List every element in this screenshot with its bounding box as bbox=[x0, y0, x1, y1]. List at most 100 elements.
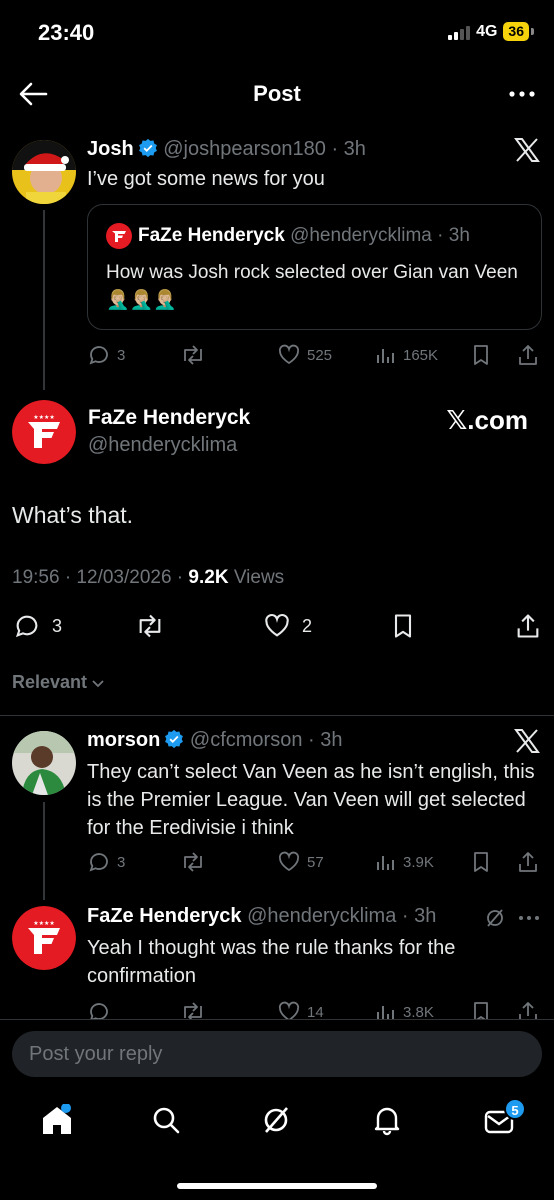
thread-line bbox=[43, 802, 45, 900]
main-author-handle[interactable]: @henderycklima bbox=[88, 434, 237, 457]
avatar-faze-henderyck[interactable]: ★★★★ bbox=[12, 906, 76, 970]
repost-icon[interactable] bbox=[180, 850, 206, 874]
page-title: Post bbox=[253, 81, 301, 106]
x-logo-icon bbox=[514, 138, 540, 162]
grok-icon[interactable] bbox=[484, 907, 506, 929]
reply-count: 3 bbox=[117, 346, 126, 364]
reply-author-handle[interactable]: @henderycklima bbox=[247, 905, 396, 927]
main-share-icon[interactable] bbox=[514, 612, 542, 640]
author-handle[interactable]: @joshpearson180 bbox=[163, 138, 326, 160]
reply-input-placeholder: Post your reply bbox=[29, 1043, 163, 1065]
x-logo-icon bbox=[514, 729, 540, 753]
sort-dropdown[interactable]: Relevant bbox=[12, 672, 105, 693]
bookmark-icon[interactable] bbox=[470, 343, 492, 367]
quote-text: How was Josh rock selected over Gian van… bbox=[106, 262, 518, 311]
views-button[interactable]: 165K bbox=[375, 343, 438, 367]
main-like-count: 2 bbox=[302, 615, 313, 636]
reply-icon bbox=[89, 346, 108, 365]
search-icon bbox=[153, 1107, 180, 1134]
reply-icon bbox=[15, 615, 38, 638]
repost-icon[interactable] bbox=[180, 1000, 206, 1020]
views-number: 9.2K bbox=[188, 567, 229, 588]
post-header: Josh @joshpearson180 · 3h bbox=[87, 138, 366, 161]
main-post-text: What’s that. bbox=[12, 502, 134, 528]
bookmark-icon[interactable] bbox=[470, 1000, 492, 1020]
author-name[interactable]: Josh bbox=[87, 138, 134, 160]
views-label: Views bbox=[228, 567, 285, 588]
grok-icon bbox=[264, 1107, 288, 1133]
reply-text: Yeah I thought was the rule thanks for t… bbox=[87, 937, 456, 987]
reply-count: 3 bbox=[117, 853, 126, 871]
like-button[interactable]: 525 bbox=[277, 343, 332, 367]
heart-icon bbox=[278, 1001, 300, 1020]
share-icon[interactable] bbox=[516, 850, 540, 874]
verified-badge-icon bbox=[138, 138, 158, 158]
main-reply-count: 3 bbox=[52, 615, 63, 636]
reply-input[interactable]: Post your reply bbox=[12, 1031, 542, 1077]
post-timestamp: 19:56 · 12/03/2026 · bbox=[12, 567, 189, 588]
more-options-icon[interactable] bbox=[508, 84, 536, 104]
avatar-faze-henderyck[interactable]: ★★★★ bbox=[12, 400, 76, 464]
views-icon bbox=[377, 856, 394, 870]
tab-grok[interactable] bbox=[260, 1104, 292, 1136]
tab-search[interactable] bbox=[150, 1104, 182, 1136]
divider bbox=[0, 715, 554, 716]
reply-time: · 3h bbox=[308, 729, 343, 751]
tab-home[interactable] bbox=[40, 1104, 74, 1136]
verified-badge-icon bbox=[164, 729, 184, 749]
battery-icon: 36 bbox=[503, 22, 534, 41]
svg-text:★★★★: ★★★★ bbox=[33, 414, 55, 421]
thread-line bbox=[43, 210, 45, 390]
views-icon bbox=[377, 1006, 394, 1020]
tab-messages[interactable]: 5 bbox=[482, 1098, 526, 1136]
share-icon[interactable] bbox=[516, 1000, 540, 1020]
like-count: 525 bbox=[307, 346, 333, 364]
views-button[interactable]: 3.9K bbox=[375, 850, 434, 874]
views-icon bbox=[377, 349, 394, 363]
more-options-icon[interactable] bbox=[518, 909, 540, 927]
source-label: 𝕏.com bbox=[446, 405, 528, 435]
like-button[interactable]: 57 bbox=[277, 850, 324, 874]
reply-button[interactable]: 3 bbox=[87, 343, 125, 367]
post-text: I’ve got some news for you bbox=[87, 168, 325, 190]
main-author-name[interactable]: FaZe Henderyck bbox=[88, 406, 250, 430]
reply-author-name[interactable]: morson bbox=[87, 729, 160, 751]
share-icon[interactable] bbox=[516, 343, 540, 367]
reply-button[interactable]: 3 bbox=[87, 850, 125, 874]
like-button[interactable]: 14 bbox=[277, 1000, 324, 1020]
main-reply-button[interactable]: 3 bbox=[12, 612, 62, 640]
bell-icon bbox=[374, 1107, 400, 1136]
divider bbox=[0, 1019, 554, 1020]
main-like-button[interactable]: 2 bbox=[262, 612, 312, 640]
quote-author-handle: @henderycklima bbox=[290, 225, 432, 246]
battery-level: 36 bbox=[503, 22, 529, 41]
heart-icon bbox=[265, 613, 289, 637]
messages-badge: 5 bbox=[504, 1098, 526, 1120]
post-time: · 3h bbox=[331, 138, 366, 160]
avatar-josh[interactable] bbox=[12, 140, 76, 204]
svg-text:★★★★: ★★★★ bbox=[33, 920, 55, 927]
reply-author-handle[interactable]: @cfcmorson bbox=[190, 729, 303, 751]
main-repost-icon[interactable] bbox=[134, 612, 166, 640]
reply-text: They can’t select Van Veen as he isn’t e… bbox=[87, 761, 535, 839]
tab-notifications[interactable] bbox=[371, 1104, 403, 1136]
bookmark-icon[interactable] bbox=[470, 850, 492, 874]
reply-author-name[interactable]: FaZe Henderyck bbox=[87, 905, 242, 927]
heart-icon bbox=[278, 344, 300, 365]
reply-icon bbox=[90, 1003, 108, 1020]
reply-actions-partial: 14 3.8K bbox=[0, 1000, 554, 1020]
views-button[interactable]: 3.8K bbox=[375, 1000, 434, 1020]
repost-button[interactable] bbox=[180, 343, 206, 367]
quoted-post[interactable]: FaZe Henderyck @henderycklima · 3h How w… bbox=[87, 204, 542, 330]
home-indicator bbox=[177, 1183, 377, 1189]
signal-icon bbox=[448, 24, 471, 40]
quote-author-name: FaZe Henderyck bbox=[138, 225, 285, 246]
avatar-morson[interactable] bbox=[12, 731, 76, 795]
reply-button[interactable] bbox=[87, 1000, 111, 1020]
views-count: 165K bbox=[403, 346, 439, 364]
status-indicators: 4G 36 bbox=[448, 22, 534, 41]
repost-icon bbox=[184, 345, 202, 365]
network-type: 4G bbox=[476, 22, 498, 40]
main-bookmark-icon[interactable] bbox=[390, 612, 416, 640]
home-icon bbox=[43, 1104, 71, 1134]
